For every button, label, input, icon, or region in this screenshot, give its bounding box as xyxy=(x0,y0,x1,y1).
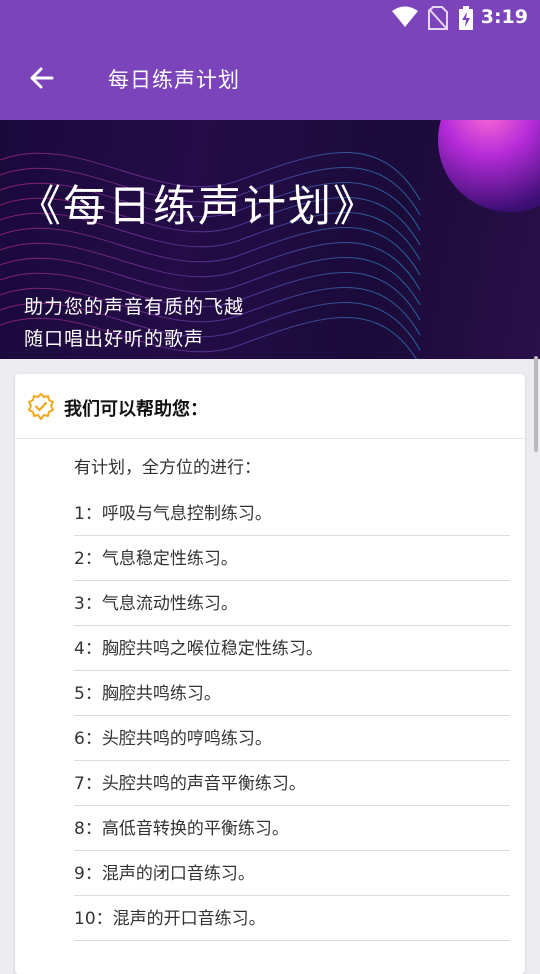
list-item: 4：胸腔共鸣之喉位稳定性练习。 xyxy=(74,626,510,671)
banner-subtitle-2: 随口唱出好听的歌声 xyxy=(24,328,205,350)
list-item: 1：呼吸与气息控制练习。 xyxy=(74,491,510,536)
list-item: 8：高低音转换的平衡练习。 xyxy=(74,806,510,851)
list-item: 10：混声的开口音练习。 xyxy=(74,896,510,941)
scrollbar[interactable] xyxy=(534,356,538,452)
status-time: 3:19 xyxy=(480,6,528,28)
list-item: 9：混声的闭口音练习。 xyxy=(74,851,510,896)
app-bar: 每日练声计划 xyxy=(0,36,540,120)
page-title: 每日练声计划 xyxy=(108,68,240,92)
list-item: 3：气息流动性练习。 xyxy=(74,581,510,626)
plan-intro: 有计划，全方位的进行： xyxy=(74,458,261,478)
wifi-icon xyxy=(392,6,418,32)
plan-list: 有计划，全方位的进行： 1：呼吸与气息控制练习。 2：气息稳定性练习。 3：气息… xyxy=(74,439,510,941)
verified-badge-icon xyxy=(26,392,56,422)
card-header: 我们可以帮助您： xyxy=(15,374,525,439)
help-card: 我们可以帮助您： 有计划，全方位的进行： 1：呼吸与气息控制练习。 2：气息稳定… xyxy=(15,374,525,974)
list-item: 7：头腔共鸣的声音平衡练习。 xyxy=(74,761,510,806)
arrow-left-icon[interactable] xyxy=(24,60,60,96)
list-item: 2：气息稳定性练习。 xyxy=(74,536,510,581)
banner-subtitle-1: 助力您的声音有质的飞越 xyxy=(24,296,245,318)
banner-headline: 《每日练声计划》 xyxy=(18,182,378,232)
card-header-text: 我们可以帮助您： xyxy=(64,399,208,420)
list-item: 5：胸腔共鸣练习。 xyxy=(74,671,510,716)
status-bar: 3:19 xyxy=(0,0,540,36)
list-item: 6：头腔共鸣的哼鸣练习。 xyxy=(74,716,510,761)
battery-icon xyxy=(458,6,474,34)
no-sim-icon xyxy=(428,6,448,34)
banner: 《每日练声计划》 助力您的声音有质的飞越 随口唱出好听的歌声 xyxy=(0,120,540,359)
